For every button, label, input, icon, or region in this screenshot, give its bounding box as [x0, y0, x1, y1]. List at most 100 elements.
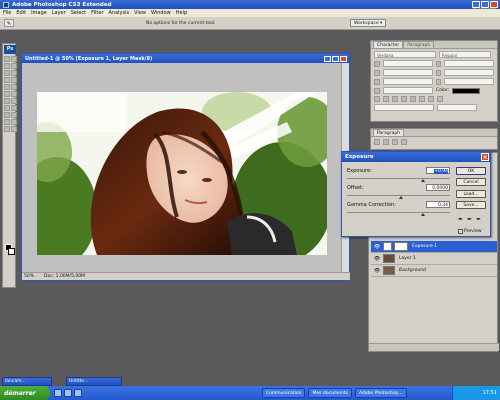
exposure-slider[interactable]	[347, 178, 450, 182]
visibility-eye-icon[interactable]: 👁	[373, 267, 381, 275]
crop-tool-icon[interactable]	[4, 70, 10, 76]
layer-row-exposure[interactable]: 👁 Exposure 1	[371, 241, 497, 253]
save-button[interactable]: Save...	[456, 201, 486, 209]
quick-launch-app-icon[interactable]	[74, 389, 82, 397]
exposure-input[interactable]: +0,94	[426, 167, 450, 174]
eyedropper-tool-preset-icon[interactable]: ✎	[4, 19, 14, 27]
gray-eyedropper-icon[interactable]: ✒	[467, 216, 472, 223]
layer-row-layer1[interactable]: 👁 Layer 1	[371, 253, 497, 265]
align-center-icon[interactable]	[383, 139, 389, 145]
dialog-close-icon[interactable]: ×	[481, 153, 489, 161]
workspace-dropdown[interactable]: Workspace ▾	[350, 19, 387, 27]
load-button[interactable]: Load...	[456, 190, 486, 198]
align-left-icon[interactable]	[374, 139, 380, 145]
text-color-swatch[interactable]	[452, 87, 481, 94]
menu-layer[interactable]: Layer	[52, 10, 66, 16]
maximize-button[interactable]	[481, 1, 489, 8]
marquee-tool-icon[interactable]	[11, 56, 17, 62]
menu-image[interactable]: Image	[31, 10, 47, 16]
layer-name[interactable]: Exposure 1	[412, 244, 437, 249]
history-brush-tool-icon[interactable]	[11, 84, 17, 90]
layer-name[interactable]: Background	[399, 268, 426, 273]
zoom-level[interactable]: 50%	[24, 274, 34, 279]
vertical-scale-field[interactable]	[382, 78, 433, 85]
tab-paragraph[interactable]: Paragraph	[373, 129, 405, 136]
faux-bold-icon[interactable]	[374, 96, 380, 102]
visibility-eye-icon[interactable]: 👁	[373, 255, 381, 263]
shape-tool-icon[interactable]	[11, 112, 17, 118]
superscript-icon[interactable]	[410, 96, 416, 102]
brush-tool-icon[interactable]	[11, 77, 17, 83]
clone-stamp-tool-icon[interactable]	[4, 84, 10, 90]
menu-file[interactable]: File	[3, 10, 11, 16]
zoom-tool-icon[interactable]	[11, 126, 17, 132]
baseline-shift-field[interactable]	[383, 87, 433, 94]
language-field[interactable]	[374, 104, 434, 111]
subscript-icon[interactable]	[419, 96, 425, 102]
black-eyedropper-icon[interactable]: ✒	[458, 216, 463, 223]
preview-checkbox[interactable]: ✓	[458, 229, 463, 234]
layer-name[interactable]: Layer 1	[399, 256, 416, 261]
cancel-button[interactable]: Cancel	[456, 178, 486, 186]
kerning-field[interactable]	[382, 69, 433, 76]
dodge-tool-icon[interactable]	[11, 98, 17, 104]
minimized-window-2[interactable]: Untitle...	[66, 377, 122, 386]
font-style-field[interactable]: Regular	[439, 51, 491, 58]
small-caps-icon[interactable]	[401, 96, 407, 102]
document-maximize-button[interactable]	[332, 55, 339, 62]
tab-paragraph-inline[interactable]: Paragraph	[403, 41, 435, 48]
menu-edit[interactable]: Edit	[16, 10, 26, 16]
menu-select[interactable]: Select	[71, 10, 86, 16]
minimized-window-1[interactable]: lancam...	[2, 377, 52, 386]
visibility-eye-icon[interactable]: 👁	[373, 243, 381, 251]
menu-window[interactable]: Window	[151, 10, 171, 16]
clock[interactable]: 17:51	[483, 390, 497, 396]
task-button-communication[interactable]: Communication	[262, 388, 306, 398]
path-selection-tool-icon[interactable]	[4, 112, 10, 118]
notes-tool-icon[interactable]	[4, 119, 10, 125]
gradient-tool-icon[interactable]	[11, 91, 17, 97]
gamma-input[interactable]: 0,34	[426, 201, 450, 208]
faux-italic-icon[interactable]	[383, 96, 389, 102]
horizontal-scale-field[interactable]	[444, 78, 494, 85]
menu-help[interactable]: Help	[176, 10, 187, 16]
eyedropper-tool-icon[interactable]	[11, 119, 17, 125]
font-family-field[interactable]: Verdana	[374, 51, 436, 58]
preview-toggle[interactable]: ✓ Preview	[458, 229, 482, 234]
gamma-slider[interactable]	[347, 212, 450, 216]
photo-canvas[interactable]	[37, 92, 327, 255]
antialias-field[interactable]	[437, 104, 477, 111]
tracking-field[interactable]	[444, 69, 494, 76]
all-caps-icon[interactable]	[392, 96, 398, 102]
white-eyedropper-icon[interactable]: ✒	[476, 216, 481, 223]
close-button[interactable]	[490, 1, 498, 8]
layer-mask-thumbnail[interactable]	[394, 242, 408, 251]
pen-tool-icon[interactable]	[4, 105, 10, 111]
hand-tool-icon[interactable]	[4, 126, 10, 132]
document-minimize-button[interactable]	[324, 55, 331, 62]
underline-icon[interactable]	[428, 96, 434, 102]
exposure-slider-thumb[interactable]	[421, 179, 426, 182]
strikethrough-icon[interactable]	[437, 96, 443, 102]
lasso-tool-icon[interactable]	[4, 63, 10, 69]
align-right-icon[interactable]	[392, 139, 398, 145]
task-button-documents[interactable]: Mes documents	[308, 388, 352, 398]
type-tool-icon[interactable]	[11, 105, 17, 111]
slice-tool-icon[interactable]	[11, 70, 17, 76]
background-color-swatch[interactable]	[8, 248, 15, 255]
blur-tool-icon[interactable]	[4, 98, 10, 104]
offset-input[interactable]: 0,0000	[426, 184, 450, 191]
eraser-tool-icon[interactable]	[4, 91, 10, 97]
offset-slider[interactable]	[347, 195, 450, 199]
magic-wand-tool-icon[interactable]	[11, 63, 17, 69]
minimize-button[interactable]	[472, 1, 480, 8]
tab-character[interactable]: Character	[373, 41, 404, 48]
menu-analysis[interactable]: Analysis	[109, 10, 130, 16]
menu-view[interactable]: View	[134, 10, 146, 16]
leading-field[interactable]	[444, 60, 494, 67]
document-close-button[interactable]	[340, 55, 347, 62]
offset-slider-thumb[interactable]	[398, 196, 403, 199]
quick-launch-app-icon[interactable]	[54, 389, 62, 397]
menu-filter[interactable]: Filter	[91, 10, 103, 16]
canvas-area[interactable]	[22, 63, 342, 273]
